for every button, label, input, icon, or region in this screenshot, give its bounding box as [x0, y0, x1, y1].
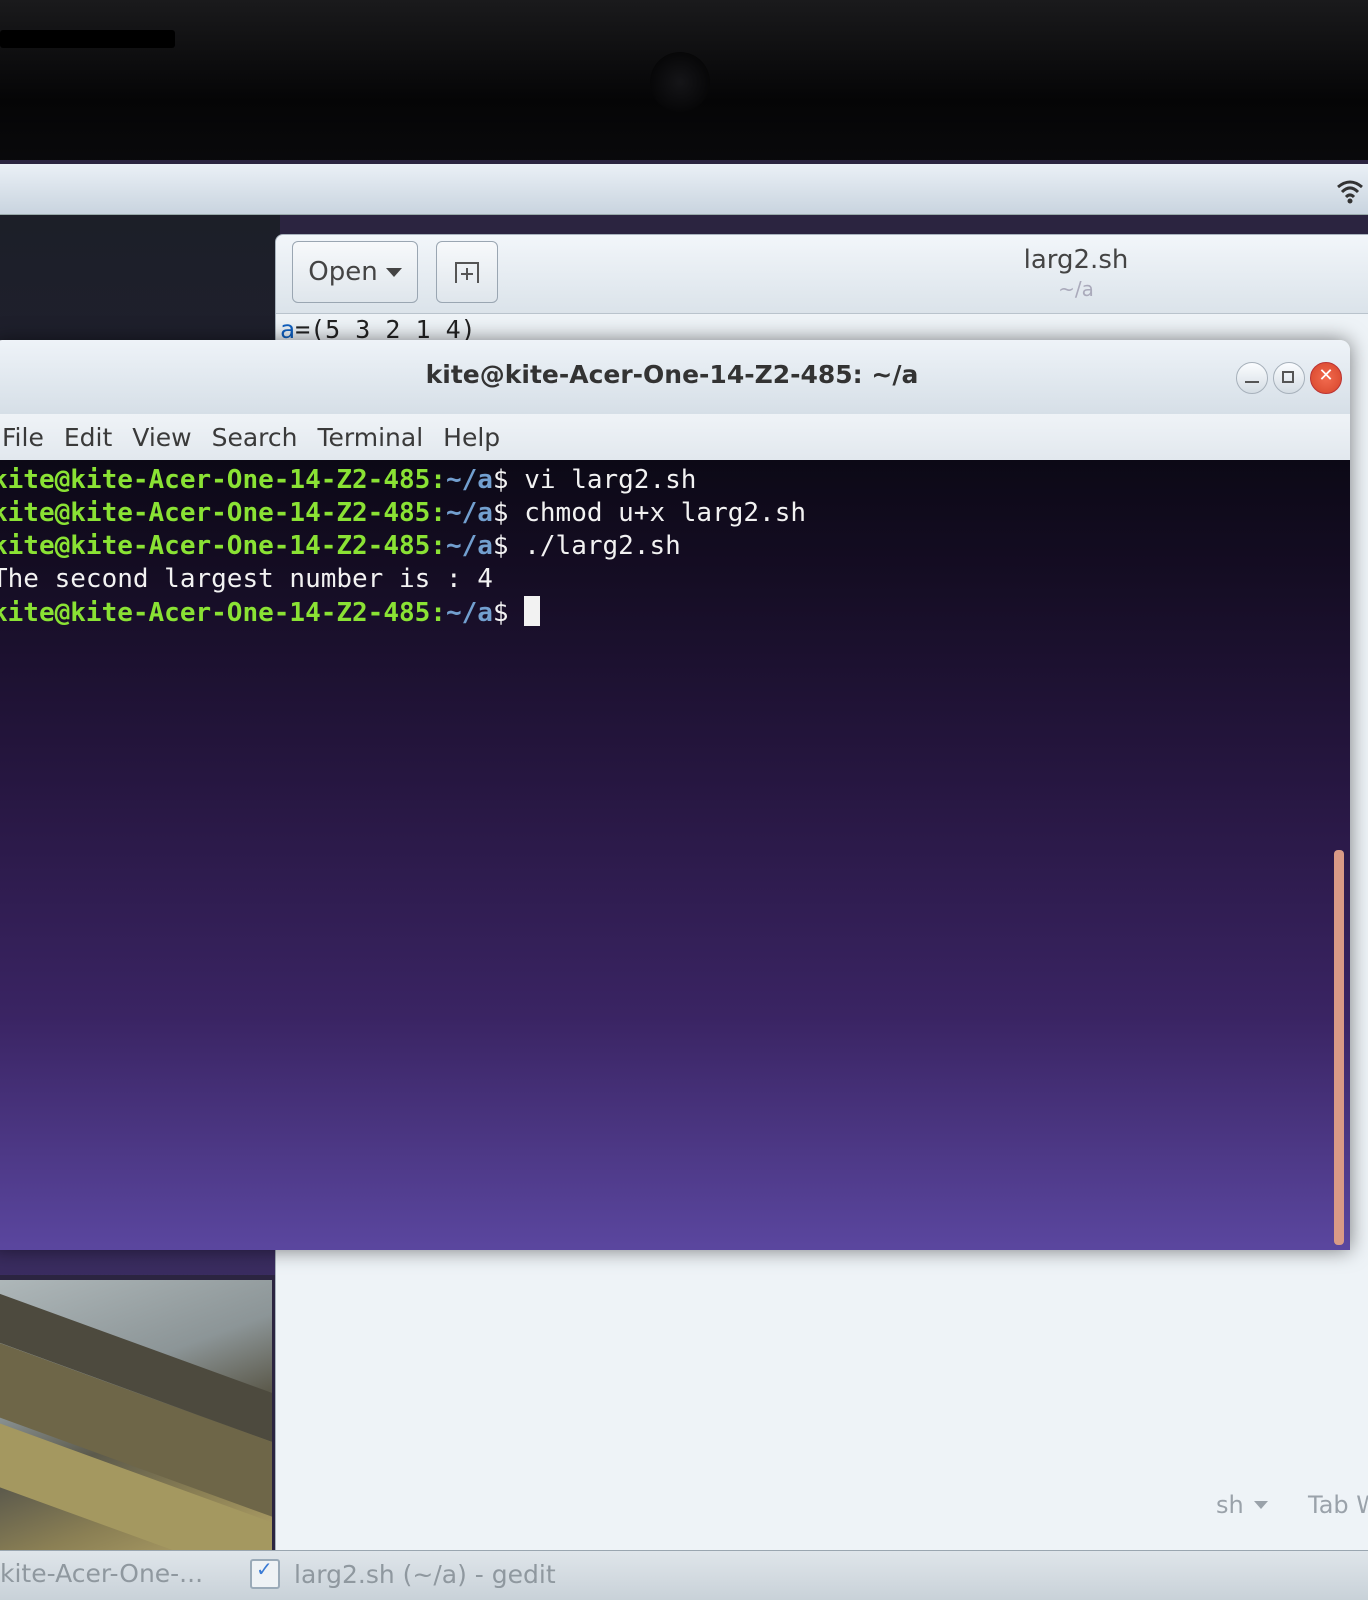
- taskbar-gedit-label: larg2.sh (~/a) - gedit: [294, 1559, 556, 1589]
- terminal-title: kite@kite-Acer-One-14-Z2-485: ~/a: [425, 360, 919, 389]
- scrollbar[interactable]: [1334, 850, 1344, 1245]
- menu-search[interactable]: Search: [212, 423, 298, 452]
- menu-help[interactable]: Help: [443, 423, 500, 452]
- menu-file[interactable]: File: [2, 423, 44, 452]
- gedit-title: larg2.sh: [1023, 245, 1129, 275]
- terminal-line: kite@kite-Acer-One-14-Z2-485:~/a$ chmod …: [0, 498, 806, 528]
- minimize-icon[interactable]: [1236, 362, 1268, 394]
- new-tab-icon: [455, 262, 479, 283]
- tab-width-selector[interactable]: Tab W: [1308, 1491, 1368, 1519]
- webcam: [650, 52, 710, 112]
- command-text: vi larg2.sh: [524, 465, 697, 495]
- top-panel: [0, 164, 1368, 215]
- terminal-titlebar[interactable]: kite@kite-Acer-One-14-Z2-485: ~/a: [0, 340, 1350, 414]
- terminal-output[interactable]: kite@kite-Acer-One-14-Z2-485:~/a$ vi lar…: [0, 460, 1350, 1250]
- taskbar-gedit-item[interactable]: larg2.sh (~/a) - gedit: [250, 1557, 556, 1589]
- terminal-line-active[interactable]: kite@kite-Acer-One-14-Z2-485:~/a$: [0, 596, 1350, 630]
- close-icon[interactable]: [1310, 362, 1342, 394]
- taskbar-terminal-item[interactable]: kite-Acer-One-...: [0, 1559, 203, 1588]
- menu-terminal[interactable]: Terminal: [317, 423, 423, 452]
- gedit-app-icon: [250, 1557, 280, 1589]
- screen: Open larg2.sh ~/a a=(5 3 2 1 4) sh Tab W…: [0, 160, 1368, 1600]
- new-tab-button[interactable]: [436, 241, 498, 303]
- terminal-line: kite@kite-Acer-One-14-Z2-485:~/a$ vi lar…: [0, 465, 697, 495]
- text-cursor: [524, 596, 541, 626]
- program-output: The second largest number is : 4: [0, 564, 493, 594]
- desktop-wallpaper: [0, 1280, 272, 1560]
- bezel-sticker: [0, 30, 175, 48]
- wifi-icon[interactable]: [1336, 178, 1364, 204]
- terminal-menubar: File Edit View Search Terminal Help: [0, 414, 1350, 461]
- command-text: chmod u+x larg2.sh: [524, 498, 806, 528]
- gedit-subtitle: ~/a: [1058, 277, 1094, 301]
- open-button[interactable]: Open: [292, 241, 418, 303]
- chevron-down-icon: [1253, 1501, 1268, 1509]
- menu-view[interactable]: View: [132, 423, 191, 452]
- language-label: sh: [1216, 1491, 1244, 1519]
- terminal-line: kite@kite-Acer-One-14-Z2-485:~/a$ ./larg…: [0, 531, 681, 561]
- command-text: ./larg2.sh: [524, 531, 681, 561]
- gedit-headerbar: Open larg2.sh ~/a: [276, 235, 1368, 314]
- terminal-window: kite@kite-Acer-One-14-Z2-485: ~/a File E…: [0, 340, 1350, 1250]
- laptop-bezel: [0, 0, 1368, 168]
- menu-edit[interactable]: Edit: [64, 423, 112, 452]
- taskbar: kite-Acer-One-... larg2.sh (~/a) - gedit: [0, 1550, 1368, 1600]
- open-button-label: Open: [308, 257, 378, 287]
- language-selector[interactable]: sh: [1216, 1491, 1268, 1519]
- maximize-icon[interactable]: [1273, 362, 1305, 394]
- chevron-down-icon: [385, 267, 402, 277]
